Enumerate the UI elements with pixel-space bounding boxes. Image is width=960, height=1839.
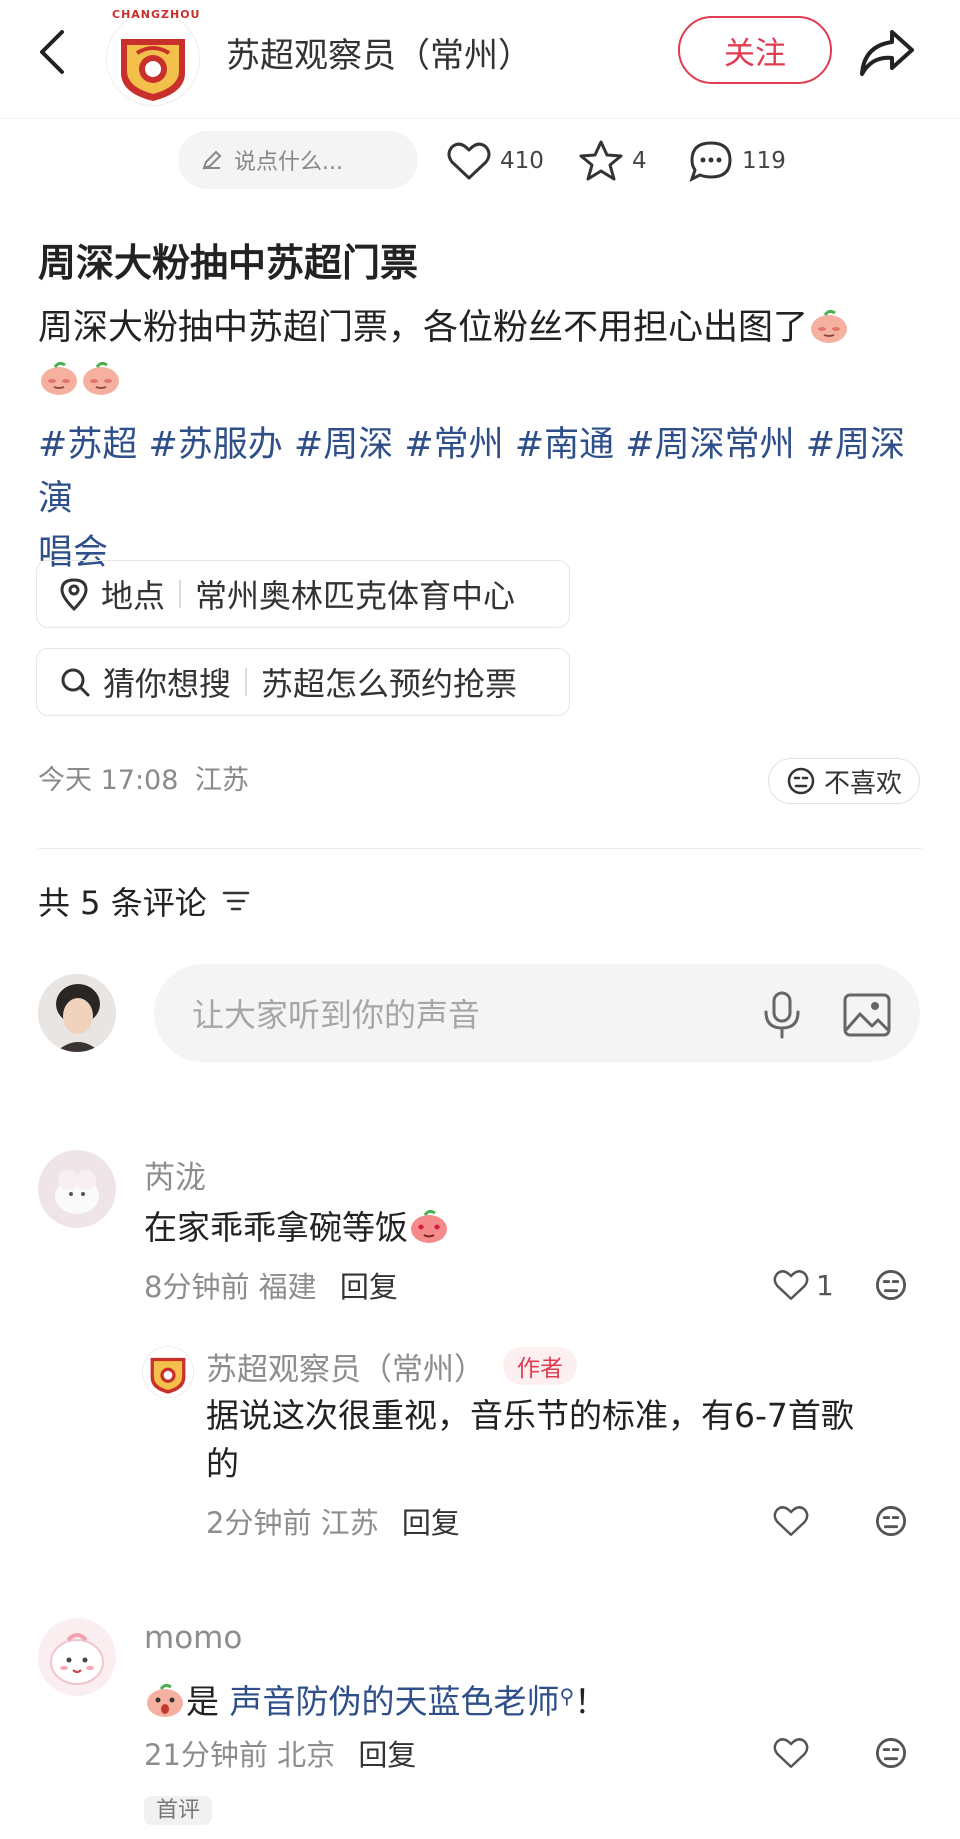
comment-text-prefix: 是 xyxy=(186,1682,219,1721)
chip-divider xyxy=(179,580,182,608)
comment-text: 在家乖乖拿碗等饭 xyxy=(144,1204,450,1252)
peach-emoji-icon xyxy=(80,359,122,397)
author-badge: 作者 xyxy=(503,1347,577,1385)
comment-input[interactable]: 让大家听到你的声音 xyxy=(154,964,920,1062)
reply-like-icon[interactable] xyxy=(772,1504,810,1538)
location-chip[interactable]: 地点 常州奥林匹克体育中心 xyxy=(36,560,570,628)
comment-like-icon[interactable] xyxy=(772,1736,810,1770)
comment-like-button[interactable]: 1 xyxy=(772,1268,834,1302)
like-count: 410 xyxy=(500,148,544,174)
location-value: 常州奥林匹克体育中心 xyxy=(195,577,516,615)
author-reply-avatar[interactable] xyxy=(142,1346,194,1398)
commenter-avatar[interactable] xyxy=(38,1618,116,1696)
dislike-button[interactable]: 不喜欢 xyxy=(768,758,920,804)
comment-like-count: 1 xyxy=(816,1268,834,1302)
commenter-avatar[interactable] xyxy=(38,1150,116,1228)
pencil-icon xyxy=(202,150,222,170)
say-something-input[interactable]: 说点什么... xyxy=(178,131,418,189)
like-stat[interactable]: 410 xyxy=(446,136,544,186)
comment-time: 8分钟前 xyxy=(144,1270,250,1304)
comment-dislike-icon[interactable] xyxy=(874,1268,908,1302)
comment-text: 是 声音防伪的天蓝色老师⚲！ xyxy=(144,1672,607,1726)
shocked-peach-emoji-icon xyxy=(144,1681,186,1719)
location-pin-icon xyxy=(60,578,88,611)
author-name[interactable]: 苏超观察员（常州） xyxy=(226,28,532,77)
comment-region: 北京 xyxy=(277,1738,336,1772)
comments-count: 共 5 条评论 xyxy=(38,884,207,922)
comment-region: 福建 xyxy=(258,1270,317,1304)
reply-time: 2分钟前 xyxy=(206,1506,312,1540)
comment-text-suffix: ！ xyxy=(574,1682,608,1721)
star-stat[interactable]: 4 xyxy=(578,136,647,186)
comment-meta: 21分钟前 北京 回复 xyxy=(144,1732,416,1774)
post-region: 江苏 xyxy=(195,765,249,796)
reply-text-line-2: 的 xyxy=(206,1444,239,1483)
first-comment-tag-label: 首评 xyxy=(144,1796,213,1825)
post-time: 今天 17:08 xyxy=(38,765,179,796)
peach-emoji-icon xyxy=(38,359,80,397)
search-suggestion-value: 苏超怎么预约抢票 xyxy=(261,665,518,703)
reply-region: 江苏 xyxy=(320,1506,379,1540)
hashtags-line-1[interactable]: #苏超 #苏服办 #周深 #常州 #南通 #周深常州 #周深演 xyxy=(38,418,928,526)
sort-filter-icon[interactable] xyxy=(221,888,251,914)
first-comment-tag: 首评 xyxy=(144,1792,213,1825)
search-suggestion-chip[interactable]: 猜你想搜 苏超怎么预约抢票 xyxy=(36,648,570,716)
comment-bubble-icon xyxy=(689,141,732,182)
post-meta: 今天 17:08 江苏 xyxy=(38,758,249,797)
reply-text: 据说这次很重视，音乐节的标准，有6-7首歌 的 xyxy=(206,1392,906,1488)
author-logo[interactable] xyxy=(106,12,200,106)
mention-link[interactable]: 声音防伪的天蓝色老师 xyxy=(230,1682,560,1721)
commenter-name[interactable]: 芮泷 xyxy=(144,1152,206,1197)
location-label: 地点 xyxy=(101,577,166,615)
comment-count: 119 xyxy=(742,148,786,174)
comments-header: 共 5 条评论 xyxy=(38,878,251,924)
reply-button[interactable]: 回复 xyxy=(358,1738,416,1772)
comment-stat[interactable]: 119 xyxy=(688,136,786,186)
post-body: 周深大粉抽中苏超门票，各位粉丝不用担心出图了 xyxy=(38,302,918,406)
mention-search-icon[interactable]: ⚲ xyxy=(560,1684,575,1708)
logo-lettering: CHANGZHOU xyxy=(112,8,201,21)
neutral-face-icon xyxy=(787,767,815,795)
star-count: 4 xyxy=(632,148,647,174)
search-icon xyxy=(61,668,90,697)
chip-divider xyxy=(245,668,248,696)
comment-text-body: 在家乖乖拿碗等饭 xyxy=(144,1208,408,1247)
section-divider xyxy=(38,848,922,849)
peach-emoji-icon xyxy=(808,307,850,345)
comment-time: 21分钟前 xyxy=(144,1738,268,1772)
my-avatar[interactable] xyxy=(38,974,116,1052)
star-icon xyxy=(579,140,623,181)
post-title: 周深大粉抽中苏超门票 xyxy=(38,241,419,285)
share-icon[interactable] xyxy=(858,26,916,78)
reply-meta: 2分钟前 江苏 回复 xyxy=(206,1500,460,1542)
reply-button[interactable]: 回复 xyxy=(402,1506,460,1540)
say-something-placeholder: 说点什么... xyxy=(234,150,343,175)
heart-icon xyxy=(773,1270,809,1300)
image-picker-icon[interactable] xyxy=(842,990,892,1040)
comment-meta: 8分钟前 福建 回复 xyxy=(144,1264,398,1306)
comment-dislike-icon[interactable] xyxy=(874,1736,908,1770)
reply-dislike-icon[interactable] xyxy=(874,1504,908,1538)
reply-text-line-1: 据说这次很重视，音乐节的标准，有6-7首歌 xyxy=(206,1396,854,1435)
reply-author-name[interactable]: 苏超观察员（常州） xyxy=(206,1352,485,1388)
microphone-icon[interactable] xyxy=(760,990,804,1040)
follow-button[interactable]: 关注 xyxy=(678,16,832,84)
back-icon[interactable] xyxy=(34,28,70,76)
dislike-label: 不喜欢 xyxy=(823,768,902,799)
search-suggestion-label: 猜你想搜 xyxy=(103,665,232,703)
post-hashtags[interactable]: #苏超 #苏服办 #周深 #常州 #南通 #周深常州 #周深演 唱会 xyxy=(38,418,928,580)
reply-author-line: 苏超观察员（常州） 作者 xyxy=(206,1344,577,1389)
reply-button[interactable]: 回复 xyxy=(340,1270,398,1304)
post-body-text: 周深大粉抽中苏超门票，各位粉丝不用担心出图了 xyxy=(38,308,809,348)
heart-icon xyxy=(447,142,491,180)
commenter-name[interactable]: momo xyxy=(144,1620,242,1656)
comment-input-placeholder: 让大家听到你的声音 xyxy=(192,996,481,1034)
heart-eyes-peach-emoji-icon xyxy=(408,1207,450,1245)
